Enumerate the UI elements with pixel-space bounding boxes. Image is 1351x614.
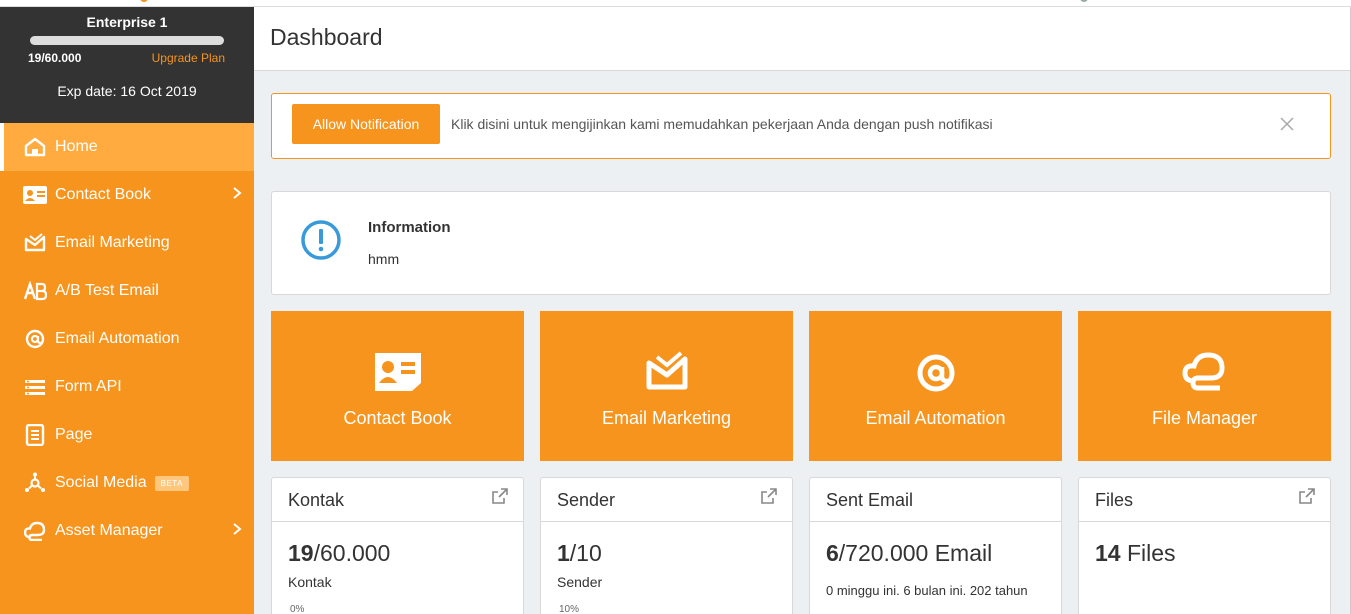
top-strip <box>0 0 1351 7</box>
tile-contact-book[interactable]: Contact Book <box>271 311 524 461</box>
envelope-icon <box>540 351 793 395</box>
at-sign-icon <box>809 351 1062 395</box>
page-icon <box>22 424 48 446</box>
exclamation-circle-icon <box>299 218 343 267</box>
sidebar-item-label: Page <box>55 426 93 443</box>
shortcut-tiles: Contact Book Email Marketing Email Autom… <box>271 311 1331 461</box>
sidebar-nav: Home Contact Book Email Marketing A/B Te… <box>0 123 254 555</box>
stat-card-value: 19/60.000 <box>272 522 523 567</box>
form-list-icon <box>22 376 48 398</box>
sidebar-item-asset-manager[interactable]: Asset Manager <box>0 507 254 555</box>
allow-notification-button[interactable]: Allow Notification <box>292 104 440 144</box>
plan-box: Enterprise 1 19/60.000 Upgrade Plan Exp … <box>0 7 254 123</box>
stat-value-rest: /10 <box>569 540 602 566</box>
stat-card-note: 0 minggu ini. 6 bulan ini. 202 tahun <box>826 583 1028 598</box>
sidebar-item-email-marketing[interactable]: Email Marketing <box>0 219 254 267</box>
contact-card-icon <box>271 351 524 395</box>
home-icon <box>22 136 48 158</box>
tile-file-manager[interactable]: File Manager <box>1078 311 1331 461</box>
plan-usage-bar <box>30 36 224 45</box>
top-grey-mark <box>1080 0 1088 2</box>
sidebar-item-label: Asset Manager <box>55 522 163 539</box>
top-accent-mark <box>140 0 148 2</box>
sidebar-item-label: A/B Test Email <box>55 282 159 299</box>
tile-label: Contact Book <box>343 408 452 428</box>
cloud-icon <box>22 520 48 542</box>
sidebar-item-social-media[interactable]: Social Media BETA <box>0 459 254 507</box>
at-sign-icon <box>22 328 48 350</box>
chevron-right-icon <box>232 522 242 541</box>
stat-card-kontak: Kontak 19/60.000 Kontak 0% <box>271 477 524 614</box>
notification-text: Klik disini untuk mengijinkan kami memud… <box>451 116 993 132</box>
sidebar-item-email-automation[interactable]: Email Automation <box>0 315 254 363</box>
stat-card-value: 6/720.000 Email <box>810 522 1061 567</box>
tile-label: File Manager <box>1151 408 1258 428</box>
sidebar-item-form-api[interactable]: Form API <box>0 363 254 411</box>
stat-card-title: Files <box>1095 490 1134 510</box>
plan-quota: 19/60.000 <box>28 51 82 65</box>
upgrade-plan-link[interactable]: Upgrade Plan <box>152 51 225 65</box>
stat-card-percent: 10% <box>559 604 580 614</box>
stat-card-value: 14 Files <box>1079 522 1330 567</box>
tile-email-marketing[interactable]: Email Marketing <box>540 311 793 461</box>
stat-card-percent: 0% <box>290 604 305 614</box>
page-title: Dashboard <box>270 24 383 50</box>
beta-badge: BETA <box>154 475 189 491</box>
sidebar-item-label: Social Media <box>55 474 147 491</box>
stat-card-title: Sent Email <box>826 490 914 510</box>
sidebar-item-label: Form API <box>55 378 122 395</box>
stat-card-header: Sent Email <box>810 478 1061 522</box>
sidebar-item-contact-book[interactable]: Contact Book <box>0 171 254 219</box>
external-link-icon[interactable] <box>760 487 778 510</box>
stat-card-header: Sender <box>541 478 792 522</box>
stat-card-sub: Sender <box>557 574 603 590</box>
page-header: Dashboard <box>254 7 1351 71</box>
sidebar-item-ab-test-email[interactable]: A/B Test Email <box>0 267 254 315</box>
sidebar-item-label: Home <box>55 138 98 155</box>
sidebar: Enterprise 1 19/60.000 Upgrade Plan Exp … <box>0 7 254 614</box>
ab-test-icon <box>22 280 48 302</box>
tile-email-automation[interactable]: Email Automation <box>809 311 1062 461</box>
stat-card-sender: Sender 1/10 Sender 10% <box>540 477 793 614</box>
stat-value-rest: Files <box>1120 540 1176 566</box>
plan-row: 19/60.000 Upgrade Plan <box>0 45 254 65</box>
close-icon[interactable] <box>1277 114 1297 134</box>
information-panel: Information hmm <box>271 191 1331 295</box>
contact-card-icon <box>22 184 48 206</box>
envelope-icon <box>22 232 48 254</box>
stat-card-files: Files 14 Files <box>1078 477 1331 614</box>
stat-value-main: 1 <box>557 540 570 566</box>
chevron-right-icon <box>232 186 242 205</box>
stat-card-sent-email: Sent Email 6/720.000 Email 0 minggu ini.… <box>809 477 1062 614</box>
stat-card-header: Files <box>1079 478 1330 522</box>
external-link-icon[interactable] <box>1298 487 1316 510</box>
cloud-icon <box>1078 351 1331 395</box>
external-link-icon[interactable] <box>491 487 509 510</box>
sidebar-item-label: Email Marketing <box>55 234 170 251</box>
stat-value-main: 6 <box>826 540 839 566</box>
tile-label: Email Automation <box>865 408 1006 428</box>
sidebar-item-page[interactable]: Page <box>0 411 254 459</box>
sidebar-item-home[interactable]: Home <box>0 123 254 171</box>
stat-value-main: 19 <box>288 540 314 566</box>
stat-cards: Kontak 19/60.000 Kontak 0% Sender 1/10 S… <box>271 477 1331 614</box>
stat-value-rest: /720.000 Email <box>838 540 993 566</box>
stat-card-title: Sender <box>557 490 616 510</box>
main-content: Dashboard Allow Notification Klik disini… <box>254 7 1351 614</box>
tile-label: Email Marketing <box>601 408 732 428</box>
stat-card-header: Kontak <box>272 478 523 522</box>
information-title: Information <box>368 219 451 236</box>
sidebar-item-label: Contact Book <box>55 186 152 203</box>
notification-banner: Allow Notification Klik disini untuk men… <box>271 93 1331 159</box>
stat-card-title: Kontak <box>288 490 345 510</box>
stat-value-rest: /60.000 <box>313 540 391 566</box>
stat-card-sub: Kontak <box>288 574 332 590</box>
stat-value-main: 14 <box>1095 540 1121 566</box>
information-body: hmm <box>368 251 400 267</box>
stat-card-value: 1/10 <box>541 522 792 567</box>
sidebar-item-label: Email Automation <box>55 330 180 347</box>
plan-exp-date: Exp date: 16 Oct 2019 <box>57 83 197 99</box>
plan-name: Enterprise 1 <box>86 14 168 30</box>
social-network-icon <box>22 472 48 494</box>
